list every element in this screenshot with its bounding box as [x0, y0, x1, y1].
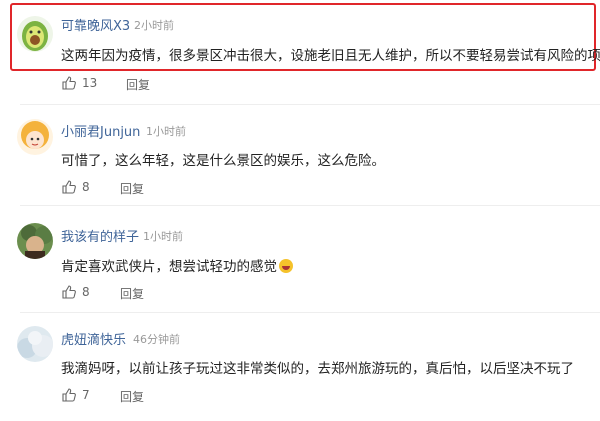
- like-button[interactable]: 8: [62, 180, 90, 194]
- like-count: 8: [82, 180, 90, 194]
- like-button[interactable]: 8: [62, 285, 90, 299]
- avatar[interactable]: [17, 16, 53, 52]
- avatar[interactable]: [17, 223, 53, 259]
- thumbs-up-icon: [62, 76, 76, 90]
- username[interactable]: 小丽君Junjun: [61, 121, 140, 140]
- reply-button[interactable]: 回复: [120, 180, 144, 197]
- avatar[interactable]: [17, 326, 53, 362]
- comment-text: 这两年因为疫情，很多景区冲击很大，设施老旧且无人维护，所以不要轻易尝试有风险的项…: [61, 48, 600, 64]
- like-count: 13: [82, 76, 98, 90]
- thumbs-up-icon: [62, 285, 76, 299]
- comment-item: 可靠晚风X3 2小时前 这两年因为疫情，很多景区冲击很大，设施老旧且无人维护，所…: [0, 0, 600, 105]
- comment-text: 可惜了，这么年轻，这是什么景区的娱乐，这么危险。: [61, 153, 385, 169]
- comment-item: 我该有的样子 1小时前 肯定喜欢武侠片，想尝试轻功的感觉 8 回复: [0, 205, 600, 313]
- comment-item: 小丽君Junjun 1小时前 可惜了，这么年轻，这是什么景区的娱乐，这么危险。 …: [0, 105, 600, 206]
- reply-button[interactable]: 回复: [126, 76, 150, 93]
- like-count: 7: [82, 388, 90, 402]
- avatar[interactable]: [17, 119, 53, 155]
- timestamp: 1小时前: [146, 125, 186, 138]
- reply-button[interactable]: 回复: [120, 285, 144, 302]
- timestamp: 46分钟前: [133, 333, 180, 346]
- timestamp: 2小时前: [134, 19, 174, 32]
- username[interactable]: 可靠晚风X3: [61, 15, 130, 34]
- comment-text: 肯定喜欢武侠片，想尝试轻功的感觉: [61, 255, 293, 275]
- timestamp: 1小时前: [143, 230, 183, 243]
- reply-button[interactable]: 回复: [120, 388, 144, 405]
- like-button[interactable]: 13: [62, 76, 97, 90]
- username[interactable]: 我该有的样子: [61, 226, 139, 245]
- thumbs-up-icon: [62, 388, 76, 402]
- thumbs-up-icon: [62, 180, 76, 194]
- laughing-emoji-icon: [279, 259, 293, 273]
- username[interactable]: 虎妞滴快乐: [61, 329, 126, 348]
- like-count: 8: [82, 285, 90, 299]
- comment-item: 虎妞滴快乐 46分钟前 我滴妈呀，以前让孩子玩过这非常类似的，去郑州旅游玩的，真…: [0, 312, 600, 421]
- comment-text: 我滴妈呀，以前让孩子玩过这非常类似的，去郑州旅游玩的，真后怕，以后坚决不玩了: [61, 361, 574, 377]
- like-button[interactable]: 7: [62, 388, 90, 402]
